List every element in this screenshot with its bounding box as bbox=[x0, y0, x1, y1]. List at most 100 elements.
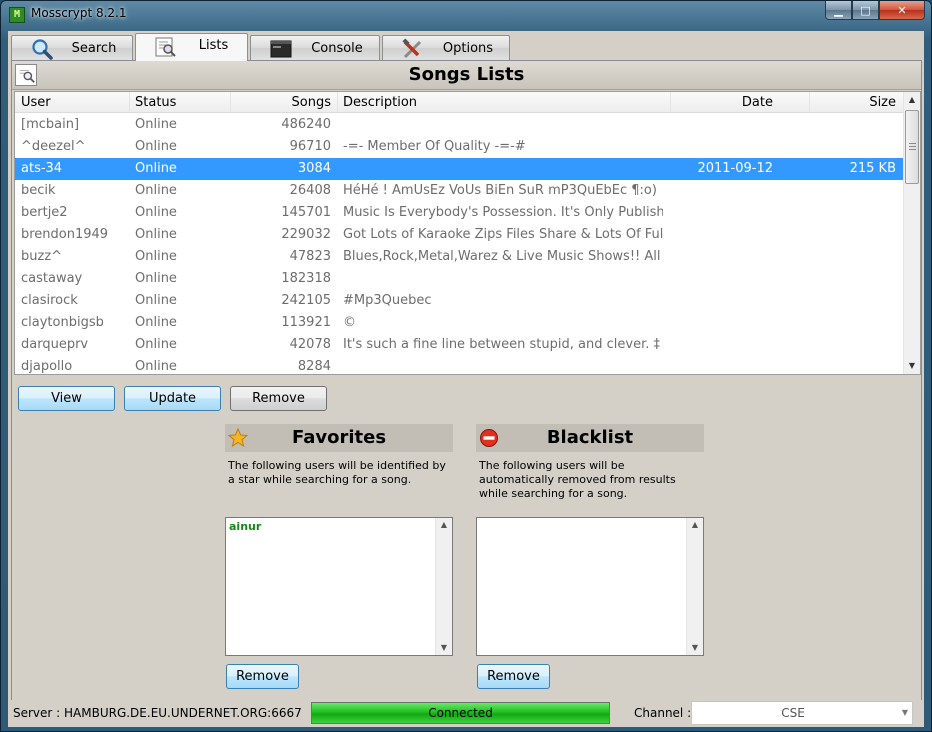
scroll-down-arrow-icon[interactable]: ▼ bbox=[687, 641, 703, 655]
cell-description: HéHé ! AmUsEz VoUs BiEn SuR mP3QuEbEc ¶:… bbox=[343, 183, 657, 198]
minimize-button[interactable]: ▁ bbox=[825, 1, 852, 20]
tab-options-label: Options bbox=[442, 41, 494, 56]
favorites-section: Favorites The following users will be id… bbox=[225, 424, 453, 694]
column-header-user[interactable]: User bbox=[21, 95, 51, 113]
cell-songs: 3084 bbox=[297, 161, 331, 176]
remove-favorite-button[interactable]: Remove bbox=[226, 664, 299, 689]
scrollbar-thumb[interactable] bbox=[905, 110, 919, 184]
favorites-title: Favorites bbox=[291, 427, 387, 448]
list-item[interactable]: ainur bbox=[229, 520, 261, 533]
table-row[interactable]: clasirock Online 242105 #Mp3Quebec bbox=[15, 290, 903, 312]
table-row[interactable]: brendon1949 Online 229032 Got Lots of Karao… bbox=[15, 224, 903, 246]
tab-search[interactable]: Search bbox=[11, 35, 133, 61]
cell-date: 2011-09-12 bbox=[697, 161, 773, 176]
table-row[interactable]: castaway Online 182318 bbox=[15, 268, 903, 290]
cell-status: Online bbox=[135, 227, 177, 242]
cell-status: Online bbox=[135, 183, 177, 198]
window-title: Mosscrypt 8.2.1 bbox=[31, 6, 127, 20]
cell-status: Online bbox=[135, 139, 177, 154]
update-button[interactable]: Update bbox=[124, 386, 221, 411]
cell-user: bertje2 bbox=[21, 205, 68, 220]
scroll-down-arrow-icon[interactable]: ▼ bbox=[436, 641, 452, 655]
cell-size: 215 KB bbox=[849, 161, 896, 176]
remove-blacklist-button[interactable]: Remove bbox=[477, 664, 550, 689]
column-header-size[interactable]: Size bbox=[811, 95, 896, 113]
cell-user: buzz^ bbox=[21, 249, 63, 264]
cell-description: -=- Member Of Quality -=-# bbox=[343, 139, 526, 154]
favorites-list[interactable]: ainur ▲ ▼ bbox=[225, 517, 453, 656]
column-header-date[interactable]: Date bbox=[675, 95, 773, 113]
cell-user: castaway bbox=[21, 271, 83, 286]
cell-songs: 229032 bbox=[281, 227, 331, 242]
cell-songs: 42078 bbox=[289, 337, 331, 352]
tab-lists[interactable]: Lists bbox=[135, 33, 248, 61]
scroll-up-arrow-icon[interactable]: ▲ bbox=[687, 518, 703, 532]
console-icon bbox=[270, 40, 292, 58]
table-row[interactable]: ^deezel^ Online 96710 -=- Member Of Quality… bbox=[15, 136, 903, 158]
connection-status-bar: Connected bbox=[311, 702, 610, 724]
table-header: User Status Songs Description Date Size bbox=[15, 92, 903, 113]
table-row[interactable]: buzz^ Online 47823 Blues,Rock,Metal,Warez &… bbox=[15, 246, 903, 268]
channel-value: CSE bbox=[781, 706, 805, 720]
table-row[interactable]: djapollo Online 8284 bbox=[15, 356, 903, 374]
tab-options[interactable]: Options bbox=[382, 35, 510, 61]
cell-songs: 242105 bbox=[281, 293, 331, 308]
channel-select[interactable]: CSE ▼ bbox=[691, 701, 913, 725]
table-row[interactable]: darqueprv Online 42078 It's such a fine lin… bbox=[15, 334, 903, 356]
chevron-down-icon[interactable]: ▼ bbox=[902, 708, 908, 717]
cell-songs: 96710 bbox=[289, 139, 331, 154]
tools-icon bbox=[402, 38, 422, 59]
cell-description: Blues,Rock,Metal,Warez & Live Music Show… bbox=[343, 249, 663, 264]
cell-status: Online bbox=[135, 271, 177, 286]
status-bar: Server : HAMBURG.DE.EU.UNDERNET.ORG:6667… bbox=[8, 700, 924, 727]
scroll-down-arrow-icon[interactable]: ▼ bbox=[904, 358, 920, 374]
table-row[interactable]: claytonbigsb Online 113921 © bbox=[15, 312, 903, 334]
column-header-songs[interactable]: Songs bbox=[231, 95, 331, 113]
blacklist-list[interactable]: ▲ ▼ bbox=[476, 517, 704, 656]
cell-songs: 47823 bbox=[289, 249, 331, 264]
channel-label: Channel : bbox=[634, 706, 692, 720]
table-row[interactable]: ats-34 Online 3084 2011-09-12 215 KB bbox=[15, 158, 903, 180]
lists-panel: Songs Lists User Status Songs Descriptio… bbox=[11, 60, 922, 723]
title-bar[interactable]: M Mosscrypt 8.2.1 ▁ □ ✕ bbox=[1, 1, 931, 29]
cell-status: Online bbox=[135, 359, 177, 374]
cell-description: Got Lots of Karaoke Zips Files Share & L… bbox=[343, 227, 663, 242]
tab-lists-label: Lists bbox=[198, 38, 229, 53]
list-search-icon bbox=[155, 37, 176, 57]
close-button[interactable]: ✕ bbox=[879, 1, 925, 20]
cell-status: Online bbox=[135, 205, 177, 220]
table-row[interactable]: [mcbain] Online 486240 bbox=[15, 114, 903, 136]
app-logo-icon: M bbox=[9, 7, 25, 23]
table-row[interactable]: becik Online 26408 HéHé ! AmUsEz VoUs BiEn … bbox=[15, 180, 903, 202]
songs-lists-header: Songs Lists bbox=[12, 61, 921, 90]
column-header-status[interactable]: Status bbox=[135, 95, 176, 113]
column-header-description[interactable]: Description bbox=[343, 95, 417, 113]
tab-search-label: Search bbox=[71, 41, 117, 56]
cell-user: brendon1949 bbox=[21, 227, 109, 242]
cell-status: Online bbox=[135, 249, 177, 264]
table-row[interactable]: bertje2 Online 145701 Music Is Everybody's … bbox=[15, 202, 903, 224]
cell-songs: 26408 bbox=[289, 183, 331, 198]
server-address: HAMBURG.DE.EU.UNDERNET.ORG:6667 bbox=[64, 706, 302, 720]
cell-description: #Mp3Quebec bbox=[343, 293, 432, 308]
cell-user: ^deezel^ bbox=[21, 139, 86, 154]
tab-console[interactable]: Console bbox=[250, 35, 380, 61]
remove-list-button[interactable]: Remove bbox=[230, 386, 327, 411]
view-button[interactable]: View bbox=[18, 386, 115, 411]
page-title: Songs Lists bbox=[408, 64, 525, 85]
scroll-up-arrow-icon[interactable]: ▲ bbox=[436, 518, 452, 532]
blacklist-scrollbar[interactable]: ▲ ▼ bbox=[686, 518, 703, 655]
blacklist-title: Blacklist bbox=[546, 427, 634, 448]
blacklist-description: The following users will be automaticall… bbox=[479, 459, 676, 500]
cell-songs: 113921 bbox=[281, 315, 331, 330]
blacklist-section: Blacklist The following users will be au… bbox=[476, 424, 704, 694]
favorites-scrollbar[interactable]: ▲ ▼ bbox=[435, 518, 452, 655]
table-scrollbar[interactable]: ▲ ▼ bbox=[903, 92, 920, 374]
cell-status: Online bbox=[135, 293, 177, 308]
scroll-up-arrow-icon[interactable]: ▲ bbox=[904, 92, 920, 108]
cell-songs: 145701 bbox=[281, 205, 331, 220]
cell-user: [mcbain] bbox=[21, 117, 80, 132]
maximize-button[interactable]: □ bbox=[852, 1, 879, 20]
cell-status: Online bbox=[135, 161, 177, 176]
cell-description: It's such a fine line between stupid, an… bbox=[343, 337, 660, 352]
